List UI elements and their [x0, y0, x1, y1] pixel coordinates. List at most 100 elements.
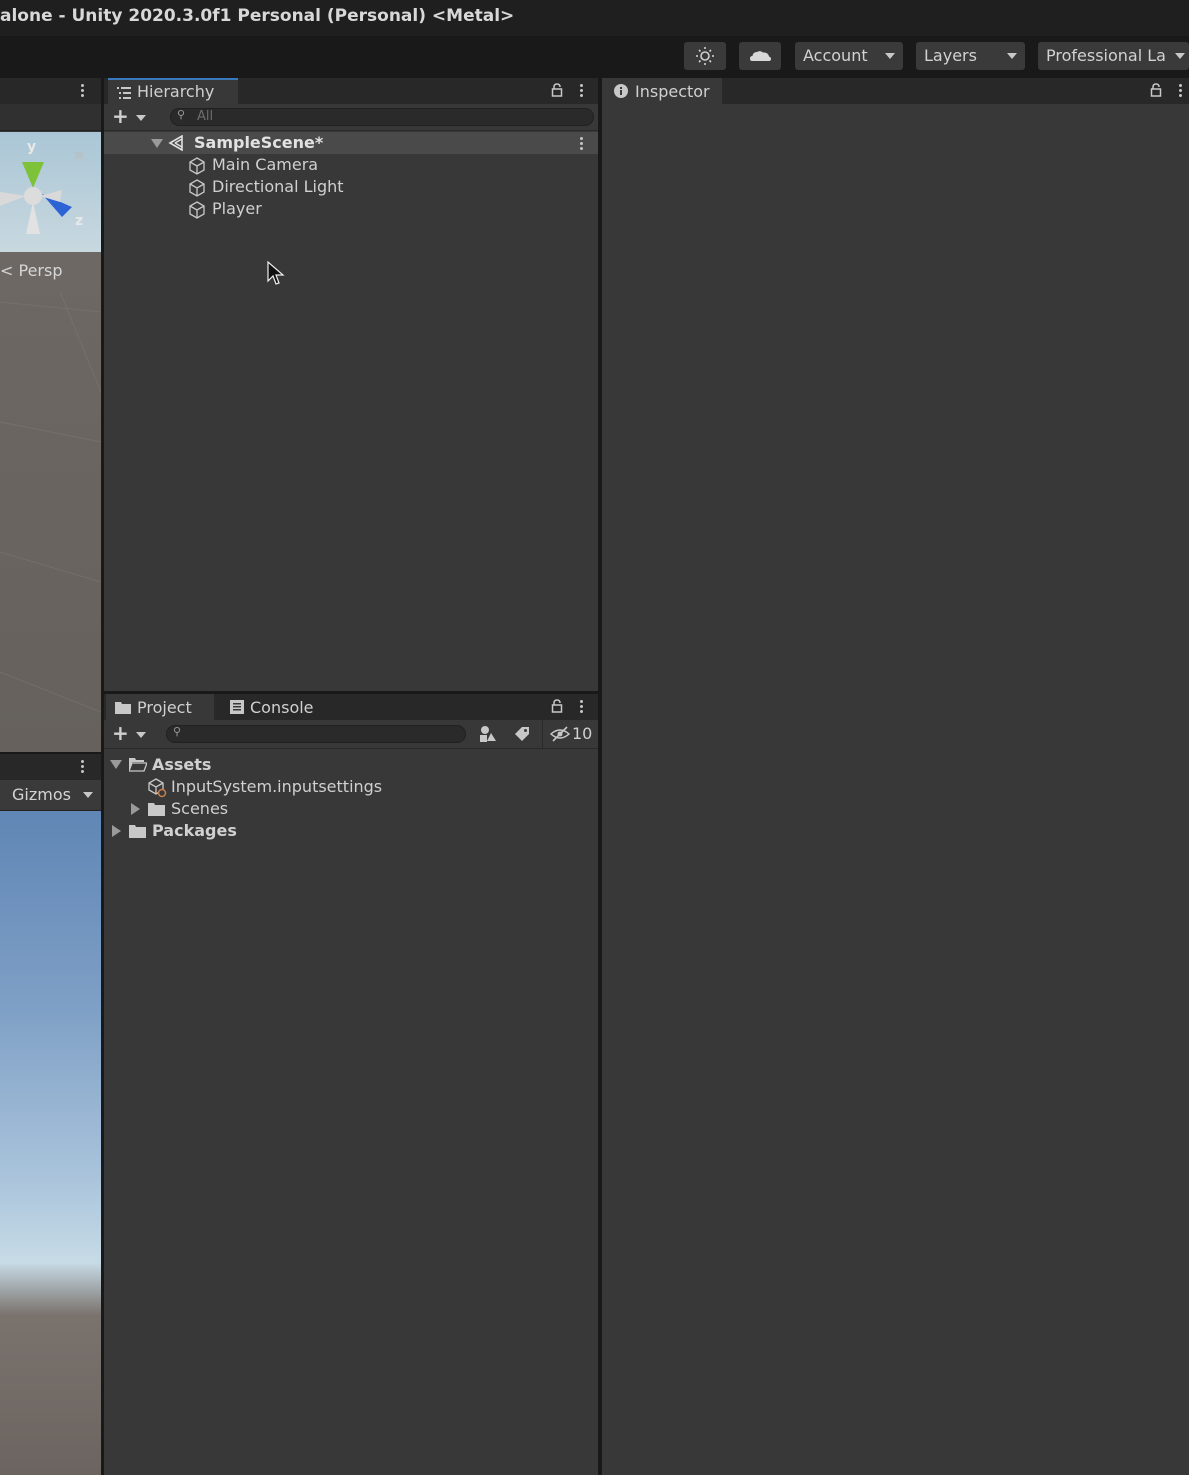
hierarchy-tab-label: Hierarchy [137, 82, 215, 101]
inspector-content [602, 104, 1189, 1475]
layout-dropdown[interactable]: Professional La [1038, 42, 1189, 70]
layers-dropdown[interactable]: Layers [916, 42, 1025, 70]
more-options-icon[interactable] [1179, 84, 1183, 99]
object-label: Main Camera [212, 155, 319, 174]
chevron-down-icon [885, 53, 895, 59]
chevron-down-icon [1175, 53, 1185, 59]
console-tab-label: Console [250, 698, 314, 717]
toolbar-divider [542, 720, 543, 748]
account-dropdown[interactable]: Account [795, 42, 903, 70]
eye-slash-icon [550, 726, 570, 742]
scene-row[interactable]: SampleScene* [104, 132, 598, 154]
more-options-icon[interactable] [580, 84, 584, 99]
inspector-panel: Inspector [602, 78, 1189, 1475]
tab-inspector[interactable]: Inspector [602, 78, 722, 104]
project-panel: Project Console + ⚲ 10 Assets InputSyste… [104, 694, 598, 1475]
inspector-tab-bar: Inspector [602, 78, 1189, 104]
cloud-button[interactable] [739, 42, 781, 70]
gameobject-cube-icon [189, 201, 205, 219]
hidden-packages-toggle[interactable]: 10 [550, 723, 596, 745]
project-toolbar: + ⚲ 10 [104, 720, 598, 749]
chevron-left-icon: < [0, 261, 14, 280]
search-by-type-icon[interactable] [479, 725, 497, 743]
tree-label: Scenes [171, 799, 229, 818]
lock-icon[interactable] [1150, 83, 1162, 97]
cloud-icon [750, 51, 771, 61]
tree-item-packages[interactable]: Packages [104, 820, 598, 842]
hierarchy-item-player[interactable]: Player [104, 198, 598, 220]
object-label: Player [212, 199, 262, 218]
scene-toolbar [0, 104, 101, 131]
chevron-down-icon [136, 115, 146, 121]
folder-icon [115, 702, 131, 714]
gizmos-label: Gizmos [12, 785, 71, 804]
game-tab-bar [0, 754, 101, 780]
orientation-gizmo[interactable] [0, 132, 101, 252]
more-options-icon[interactable] [580, 137, 584, 152]
hierarchy-item-directional-light[interactable]: Directional Light [104, 176, 598, 198]
hierarchy-icon [117, 87, 131, 99]
hierarchy-tab-bar: Hierarchy [104, 78, 598, 104]
tab-project[interactable]: Project [106, 694, 214, 720]
gizmos-dropdown[interactable]: Gizmos [0, 780, 101, 810]
unity-scene-icon [168, 135, 183, 151]
title-bar: alone - Unity 2020.3.0f1 Personal (Perso… [0, 0, 1189, 36]
game-viewport[interactable] [0, 811, 101, 1475]
console-icon [230, 700, 244, 714]
axis-y-label: y [27, 139, 37, 155]
chevron-down-icon [1007, 53, 1017, 59]
tree-item-assets[interactable]: Assets [104, 754, 598, 776]
search-icon: ⚲ [173, 725, 182, 738]
tree-item-scenes[interactable]: Scenes [104, 798, 598, 820]
open-folder-icon [129, 758, 147, 772]
hierarchy-search-input[interactable]: ⚲ All [170, 108, 594, 126]
axis-z-label: z [75, 213, 84, 229]
search-placeholder: All [197, 109, 214, 124]
project-tab-label: Project [137, 698, 192, 717]
expand-arrow-icon[interactable] [110, 760, 122, 769]
chevron-down-icon [136, 732, 146, 738]
layers-label: Layers [924, 46, 977, 65]
tree-item-input-settings[interactable]: InputSystem.inputsettings [104, 776, 598, 798]
mouse-cursor-icon [267, 261, 285, 285]
persp-toggle[interactable]: < Persp [0, 261, 63, 280]
folder-icon [129, 825, 146, 838]
game-panel: Gizmos [0, 754, 101, 1475]
tab-hierarchy[interactable]: Hierarchy [108, 78, 238, 104]
object-label: Directional Light [212, 177, 344, 196]
sun-icon [696, 47, 714, 65]
scene-panel: y z < Persp [0, 78, 101, 752]
account-label: Account [803, 46, 868, 65]
window-title: alone - Unity 2020.3.0f1 Personal (Perso… [0, 6, 515, 26]
layout-label: Professional La [1046, 46, 1166, 65]
tree-label: Assets [152, 755, 212, 774]
expand-arrow-icon[interactable] [151, 139, 163, 148]
create-button[interactable]: + [112, 723, 150, 745]
more-options-icon[interactable] [81, 84, 85, 99]
inspector-tab-label: Inspector [635, 82, 710, 101]
game-toolbar: Gizmos [0, 780, 101, 811]
expand-arrow-icon[interactable] [131, 803, 140, 815]
hidden-count: 10 [572, 724, 593, 743]
lock-icon[interactable] [551, 699, 563, 713]
tag-icon[interactable] [514, 726, 530, 742]
input-settings-icon [148, 778, 167, 798]
scene-name: SampleScene* [194, 133, 324, 152]
project-tab-bar: Project Console [104, 694, 598, 720]
hierarchy-toolbar: + ⚲ All [104, 104, 598, 131]
expand-arrow-icon[interactable] [112, 825, 121, 837]
more-options-icon[interactable] [580, 700, 584, 715]
tree-label: InputSystem.inputsettings [171, 777, 383, 796]
persp-label: Persp [18, 261, 63, 280]
search-icon: ⚲ [177, 108, 186, 121]
chevron-down-icon [83, 792, 93, 798]
light-settings-button[interactable] [684, 42, 726, 70]
hierarchy-item-main-camera[interactable]: Main Camera [104, 154, 598, 176]
project-search-input[interactable]: ⚲ [166, 725, 466, 743]
info-icon [614, 84, 628, 98]
lock-icon[interactable] [551, 83, 563, 97]
create-button[interactable]: + [112, 106, 150, 128]
tab-console[interactable]: Console [222, 694, 332, 720]
more-options-icon[interactable] [81, 760, 85, 775]
tree-label: Packages [152, 821, 237, 840]
